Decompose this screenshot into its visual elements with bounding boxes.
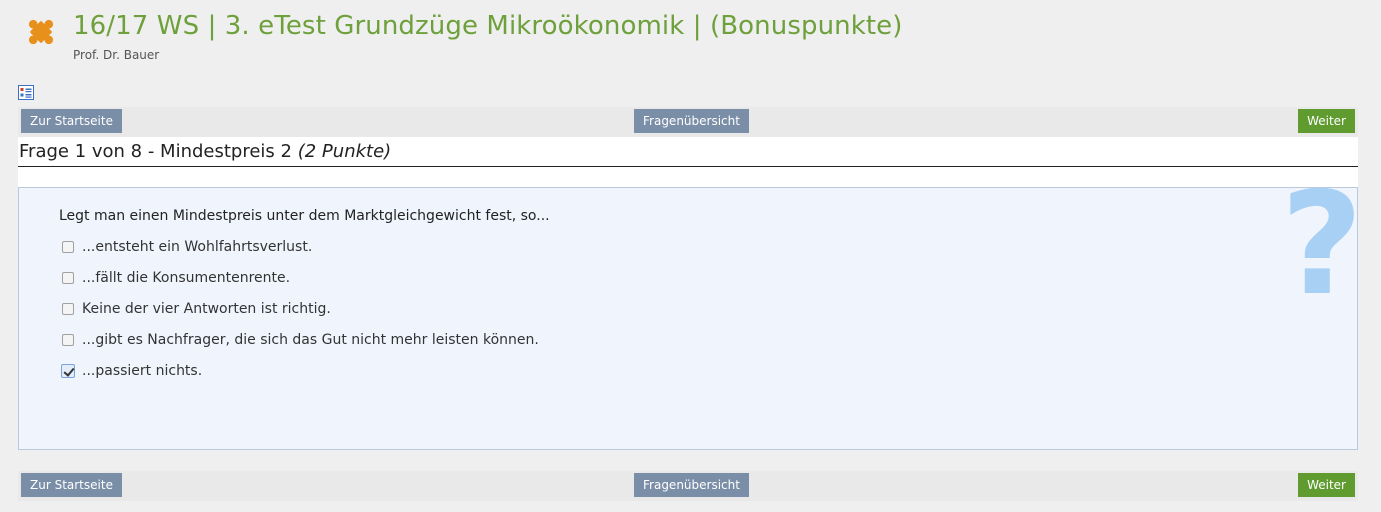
question-mark-icon: ? — [1280, 187, 1358, 327]
question-points: (2 Punkte) — [297, 141, 392, 162]
answer-checkbox[interactable] — [62, 334, 74, 346]
question-title: Frage 1 von 8 - Mindestpreis 2 — [19, 141, 292, 162]
answer-checkbox[interactable] — [62, 303, 74, 315]
list-view-icon[interactable] — [18, 85, 34, 100]
bottom-navigation: Zur Startseite Fragenübersicht Weiter — [18, 471, 1358, 501]
start-page-button[interactable]: Zur Startseite — [21, 109, 122, 133]
answer-checkbox[interactable] — [61, 364, 75, 378]
answer-label: ...entsteht ein Wohlfahrtsverlust. — [82, 239, 313, 255]
next-button[interactable]: Weiter — [1298, 109, 1355, 133]
top-navigation: Zur Startseite Fragenübersicht Weiter — [18, 107, 1358, 137]
question-panel: ? Legt man einen Mindestpreis unter dem … — [18, 187, 1358, 450]
question-heading: Frage 1 von 8 - Mindestpreis 2 (2 Punkte… — [18, 137, 1358, 167]
answer-label: ...gibt es Nachfrager, die sich das Gut … — [82, 332, 539, 348]
start-page-button[interactable]: Zur Startseite — [21, 473, 122, 497]
answer-label: ...fällt die Konsumentenrente. — [82, 270, 291, 286]
question-text: Legt man einen Mindestpreis unter dem Ma… — [59, 208, 550, 224]
test-title: 16/17 WS | 3. eTest Grundzüge Mikroökono… — [73, 11, 903, 41]
question-overview-button[interactable]: Fragenübersicht — [634, 473, 749, 497]
answer-label: Keine der vier Antworten ist richtig. — [82, 301, 331, 317]
answer-checkbox[interactable] — [62, 241, 74, 253]
page-header: 16/17 WS | 3. eTest Grundzüge Mikroökono… — [0, 0, 1381, 80]
question-spacer — [18, 167, 1358, 187]
answer-checkbox[interactable] — [62, 272, 74, 284]
next-button[interactable]: Weiter — [1298, 473, 1355, 497]
puzzle-icon — [28, 19, 54, 45]
answer-label: ...passiert nichts. — [82, 363, 203, 379]
question-overview-button[interactable]: Fragenübersicht — [634, 109, 749, 133]
test-author: Prof. Dr. Bauer — [73, 48, 160, 62]
